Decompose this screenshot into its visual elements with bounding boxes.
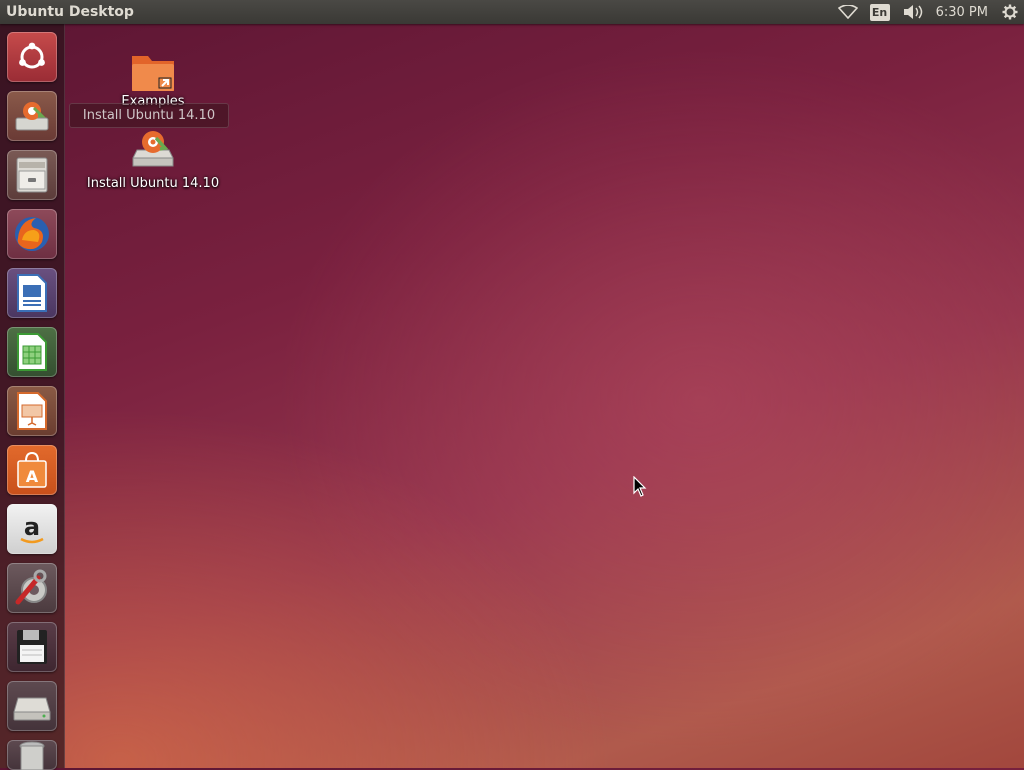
floppy-disk-icon	[17, 630, 47, 664]
launcher-trash[interactable]	[7, 740, 57, 770]
shopping-bag-icon: A	[17, 451, 47, 488]
launcher-system-settings[interactable]	[7, 563, 57, 613]
launcher-libreoffice-writer[interactable]	[7, 268, 57, 318]
firefox-icon	[15, 217, 49, 251]
keyboard-layout-indicator[interactable]: En	[864, 0, 896, 24]
launcher: A a	[0, 24, 65, 770]
top-panel: Ubuntu Desktop En 6:30 PM	[0, 0, 1024, 24]
ubuntu-logo-icon	[19, 42, 45, 69]
hard-drive-icon	[13, 697, 51, 721]
calc-icon	[17, 333, 47, 371]
indicator-area: En 6:30 PM	[832, 0, 1024, 24]
file-cabinet-icon	[16, 157, 48, 193]
window-title: Ubuntu Desktop	[6, 4, 134, 20]
wifi-icon[interactable]	[832, 0, 864, 24]
installer-icon	[132, 131, 174, 167]
launcher-libreoffice-calc[interactable]	[7, 327, 57, 377]
launcher-files[interactable]	[7, 150, 57, 200]
svg-text:a: a	[24, 513, 40, 541]
launcher-libreoffice-impress[interactable]	[7, 386, 57, 436]
writer-icon	[17, 274, 47, 312]
trash-icon	[19, 741, 45, 770]
launcher-dash-home[interactable]	[7, 32, 57, 82]
svg-text:A: A	[26, 467, 39, 486]
launcher-software-center[interactable]: A	[7, 445, 57, 495]
desktop-icon-examples[interactable]: Examples	[108, 50, 198, 109]
launcher-tooltip: Install Ubuntu 14.10	[69, 103, 229, 128]
launcher-amazon[interactable]: a	[7, 504, 57, 554]
settings-wrench-icon	[15, 569, 47, 605]
volume-icon[interactable]	[896, 0, 930, 24]
installer-icon	[15, 102, 49, 131]
impress-icon	[17, 392, 47, 430]
gear-icon[interactable]	[996, 0, 1024, 24]
clock[interactable]: 6:30 PM	[930, 0, 996, 24]
launcher-floppy[interactable]	[7, 622, 57, 672]
desktop-icon-install-ubuntu[interactable]: Install Ubuntu 14.10	[84, 128, 222, 191]
desktop-icon-label: Install Ubuntu 14.10	[86, 176, 220, 191]
mouse-cursor-icon	[633, 476, 647, 497]
launcher-install-ubuntu[interactable]	[7, 91, 57, 141]
folder-icon	[132, 56, 174, 91]
keyboard-layout-label: En	[869, 3, 890, 21]
amazon-icon: a	[20, 513, 44, 544]
launcher-hard-drive[interactable]	[7, 681, 57, 731]
launcher-firefox[interactable]	[7, 209, 57, 259]
